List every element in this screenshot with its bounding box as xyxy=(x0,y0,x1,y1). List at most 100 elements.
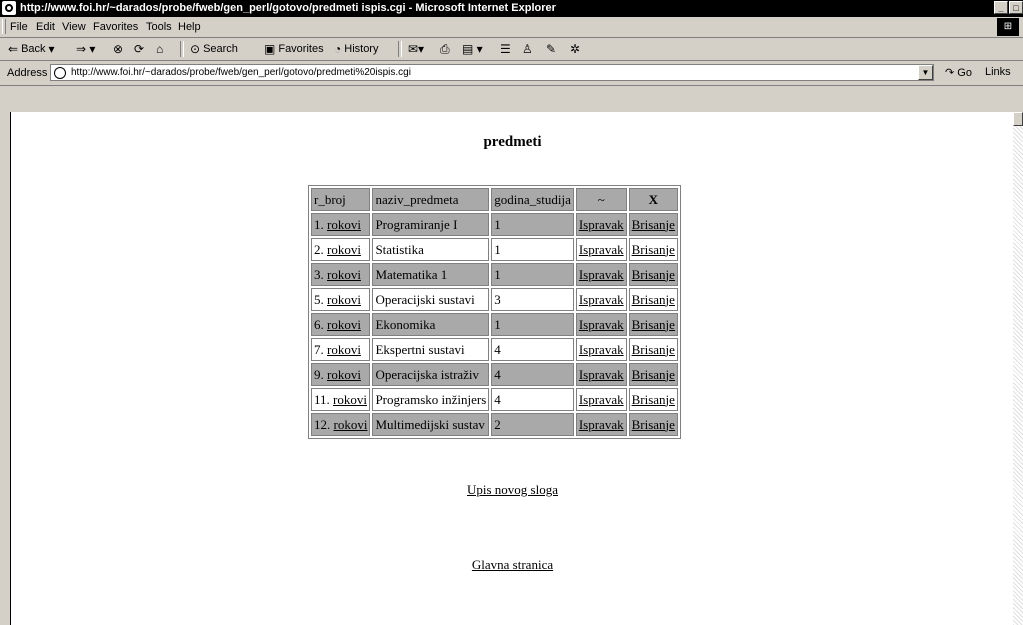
edit-link[interactable]: Ispravak xyxy=(579,367,624,382)
menu-file[interactable]: File xyxy=(10,21,28,33)
edit-link[interactable]: Ispravak xyxy=(579,317,624,332)
back-arrow-icon: ⇐ xyxy=(8,42,19,56)
back-button[interactable]: ⇐ Back ▾ xyxy=(8,42,55,56)
table-row: 7. rokovi Ekspertni sustavi 4 Ispravak Brisa… xyxy=(311,338,678,361)
row-number: 5. xyxy=(314,291,324,307)
menu-favorites[interactable]: Favorites xyxy=(93,21,138,33)
links-button[interactable]: Links xyxy=(985,66,1011,78)
rokovi-link[interactable]: rokovi xyxy=(327,217,361,232)
cell-godina-studija: 3 xyxy=(491,288,574,311)
minimize-button[interactable]: _ xyxy=(994,1,1008,14)
discuss-button[interactable]: ☰ xyxy=(500,42,511,56)
page-content: predmeti r_broj naziv_predmeta godina_st… xyxy=(10,112,1014,625)
rokovi-link[interactable]: rokovi xyxy=(327,292,361,307)
window-title: http://www.foi.hr/~darados/probe/fweb/ge… xyxy=(20,2,556,14)
cell-naziv-predmeta: Operacijska istraživ xyxy=(372,363,490,386)
cell-naziv-predmeta: Statistika xyxy=(372,238,490,261)
rokovi-link[interactable]: rokovi xyxy=(327,317,361,332)
address-dropdown-button[interactable]: ▼ xyxy=(918,65,933,80)
messenger-icon: ♙ xyxy=(522,42,533,56)
cell-godina-studija: 1 xyxy=(491,263,574,286)
main-page-link[interactable]: Glavna stranica xyxy=(472,557,553,572)
home-button[interactable]: ⌂ xyxy=(156,42,163,56)
tool-icon: ✎ xyxy=(546,42,557,56)
history-button[interactable]: ◔ History xyxy=(334,42,378,56)
search-button[interactable]: ⊙ Search xyxy=(190,42,238,56)
edit-button[interactable]: ▤ ▾ xyxy=(462,42,483,56)
stop-icon: ⊗ xyxy=(113,42,124,56)
go-button[interactable]: ↷ Go xyxy=(945,66,972,79)
delete-link[interactable]: Brisanje xyxy=(632,267,675,282)
refresh-button[interactable]: ⟳ xyxy=(134,42,144,56)
print-icon: ⎙ xyxy=(440,42,450,56)
edit-link[interactable]: Ispravak xyxy=(579,217,624,232)
rokovi-link[interactable]: rokovi xyxy=(334,417,368,432)
mail-button[interactable]: ✉▾ xyxy=(408,42,424,56)
vertical-scrollbar[interactable] xyxy=(1013,112,1023,625)
rokovi-link[interactable]: rokovi xyxy=(327,367,361,382)
delete-link[interactable]: Brisanje xyxy=(632,242,675,257)
delete-link[interactable]: Brisanje xyxy=(632,292,675,307)
dropdown-icon: ▾ xyxy=(48,42,55,56)
cell-delete: Brisanje xyxy=(628,363,678,386)
cell-naziv-predmeta: Programsko inžinjers xyxy=(372,388,490,411)
rokovi-link[interactable]: rokovi xyxy=(333,392,367,407)
menu-help[interactable]: Help xyxy=(178,21,201,33)
cell-r-broj: 9. rokovi xyxy=(311,363,371,386)
maximize-button[interactable]: □ xyxy=(1009,1,1023,14)
cell-edit: Ispravak xyxy=(575,338,627,361)
cell-naziv-predmeta: Multimedijski sustav xyxy=(372,413,490,436)
print-button[interactable]: ⎙ xyxy=(440,42,450,57)
tool-button[interactable]: ✎ xyxy=(546,42,556,56)
row-number: 9. xyxy=(314,366,324,382)
delete-link[interactable]: Brisanje xyxy=(632,367,675,382)
column-header: naziv_predmeta xyxy=(372,188,490,211)
forward-button[interactable]: ⇒ ▾ xyxy=(76,42,95,56)
windows-logo-icon: ⊞ xyxy=(997,18,1019,36)
row-number: 6. xyxy=(314,316,324,332)
toolbar-separator xyxy=(398,41,402,57)
delete-link[interactable]: Brisanje xyxy=(632,317,675,332)
cell-godina-studija: 4 xyxy=(491,388,574,411)
edit-link[interactable]: Ispravak xyxy=(579,292,624,307)
delete-link[interactable]: Brisanje xyxy=(632,417,675,432)
scroll-up-arrow-icon[interactable] xyxy=(1013,112,1023,126)
subjects-table: r_broj naziv_predmeta godina_studija ~ X… xyxy=(308,185,681,439)
address-input[interactable]: http://www.foi.hr/~darados/probe/fweb/ge… xyxy=(50,64,934,81)
table-row: 2. rokovi Statistika 1 Ispravak Brisanje xyxy=(311,238,678,261)
edit-link[interactable]: Ispravak xyxy=(579,342,624,357)
table-header-row: r_broj naziv_predmeta godina_studija ~ X xyxy=(311,188,678,211)
plugin-button[interactable]: ✲ xyxy=(570,42,580,56)
new-record-link-wrap: Upis novog sloga xyxy=(11,482,1014,498)
delete-link[interactable]: Brisanje xyxy=(632,392,675,407)
history-icon: ◔ xyxy=(334,42,342,56)
row-number: 11. xyxy=(314,391,330,407)
rokovi-link[interactable]: rokovi xyxy=(327,342,361,357)
row-number: 7. xyxy=(314,341,324,357)
edit-link[interactable]: Ispravak xyxy=(579,267,624,282)
cell-edit: Ispravak xyxy=(575,238,627,261)
edit-link[interactable]: Ispravak xyxy=(579,417,624,432)
cell-edit: Ispravak xyxy=(575,263,627,286)
edit-link[interactable]: Ispravak xyxy=(579,392,624,407)
table-row: 1. rokovi Programiranje I 1 Ispravak Brisanj… xyxy=(311,213,678,236)
row-number: 1. xyxy=(314,216,324,232)
new-record-link[interactable]: Upis novog sloga xyxy=(467,482,558,497)
page-title: predmeti xyxy=(483,134,542,150)
favorites-button[interactable]: ▣ Favorites xyxy=(264,42,324,56)
menu-edit[interactable]: Edit xyxy=(36,21,55,33)
browser-window: http://www.foi.hr/~darados/probe/fweb/ge… xyxy=(0,0,1023,625)
rokovi-link[interactable]: rokovi xyxy=(327,267,361,282)
table-row: 9. rokovi Operacijska istraživ 4 Ispravak Br… xyxy=(311,363,678,386)
cell-edit: Ispravak xyxy=(575,313,627,336)
delete-link[interactable]: Brisanje xyxy=(632,217,675,232)
menu-tools[interactable]: Tools xyxy=(146,21,172,33)
cell-delete: Brisanje xyxy=(628,288,678,311)
table-row: 11. rokovi Programsko inžinjers 4 Ispravak B… xyxy=(311,388,678,411)
menu-view[interactable]: View xyxy=(62,21,86,33)
stop-button[interactable]: ⊗ xyxy=(113,42,123,56)
rokovi-link[interactable]: rokovi xyxy=(327,242,361,257)
edit-link[interactable]: Ispravak xyxy=(579,242,624,257)
messenger-button[interactable]: ♙ xyxy=(522,42,533,56)
delete-link[interactable]: Brisanje xyxy=(632,342,675,357)
